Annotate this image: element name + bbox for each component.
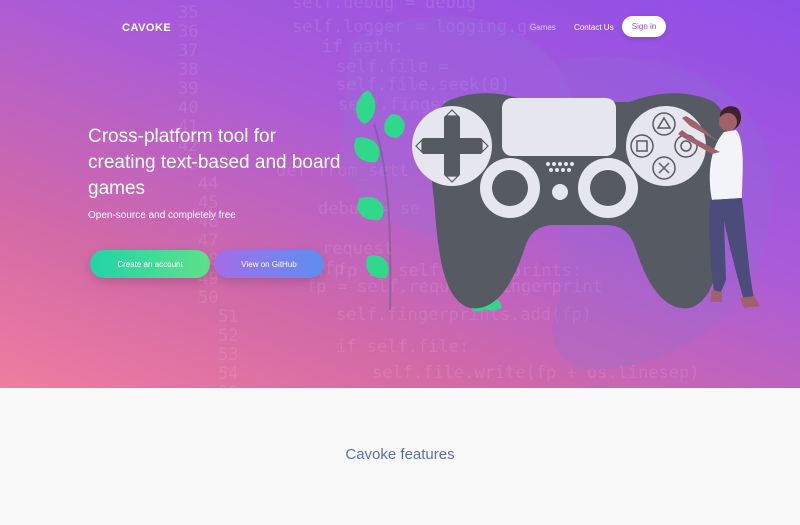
background-code-line: self.debug = debug (292, 0, 476, 13)
background-code-line-number: 38 (178, 60, 198, 80)
hero-headline: Cross-platform tool for creating text-ba… (88, 126, 341, 199)
hero-section: 3536373839404142434445464748495051525354… (0, 0, 800, 388)
gamepad-illustration (354, 90, 760, 312)
background-code-line-number: 53 (218, 345, 238, 365)
background-code-line-number: 37 (178, 41, 198, 61)
background-code-line-number: 51 (218, 307, 238, 327)
features-title: Cavoke features (345, 446, 455, 463)
logo[interactable]: CAVOKE (122, 22, 171, 34)
background-code-line-number: 39 (178, 79, 198, 99)
background-code-line-number: 36 (178, 22, 198, 42)
background-code-line: self.file.write(fp + os.linesep) (372, 363, 700, 383)
background-code-line-number: 47 (198, 231, 218, 251)
hero-subline: Open-source and completely free (88, 210, 236, 221)
signin-button[interactable]: Sign in (622, 16, 666, 37)
nav-games-link[interactable]: Games (530, 23, 556, 32)
background-code-line-number: 50 (198, 288, 218, 308)
create-account-button[interactable]: Create an account (90, 250, 210, 278)
background-code-line-number: 55 (218, 383, 238, 388)
background-code-line-number: 40 (178, 98, 198, 118)
background-code-line-number: 54 (218, 364, 238, 384)
github-button[interactable]: View on GitHub (214, 250, 324, 278)
gamepad-controller-icon (412, 93, 730, 309)
background-code-line: if self.file: (336, 337, 469, 357)
nav-contact-link[interactable]: Contact Us (574, 23, 614, 32)
background-code-line-number: 35 (178, 3, 198, 23)
background-code-line-number: 52 (218, 326, 238, 346)
